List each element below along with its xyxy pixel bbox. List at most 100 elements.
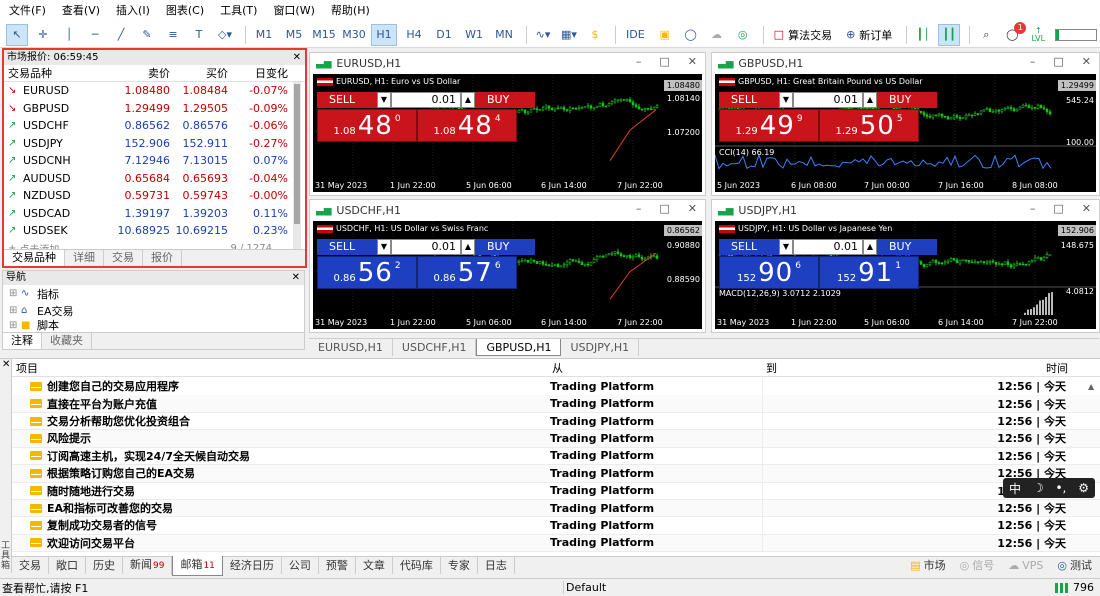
mail-row[interactable]: 创建您自己的交易应用程序 Trading Platform 12:56 | 今天 xyxy=(12,378,1100,396)
market-watch-row[interactable]: ↗ USDCAD 1.39197 1.39203 0.11% xyxy=(4,205,305,223)
shapes-icon[interactable]: ◇▾ xyxy=(214,24,236,46)
bars-icon[interactable]: ┃┃ xyxy=(938,23,961,46)
toolbox-tab[interactable]: 代码库 xyxy=(393,557,441,574)
status-profile[interactable]: Default xyxy=(563,581,863,594)
col-time[interactable]: 时间 xyxy=(952,360,1080,376)
mail-row[interactable]: 根据策略订购您自己的EA交易 Trading Platform 12:56 | 今天 xyxy=(12,465,1100,483)
market-watch-row[interactable]: ↗ USDSEK 10.68925 10.69215 0.23% xyxy=(4,222,305,240)
market-watch-row[interactable]: ↘ GBPUSD 1.29499 1.29505 -0.09% xyxy=(4,100,305,118)
toolbox-tab[interactable]: 交易 xyxy=(12,557,49,574)
minimize-icon[interactable]: – xyxy=(1030,55,1036,68)
mail-row[interactable]: 直接在平台为账户充值 Trading Platform 12:56 | 今天 xyxy=(12,395,1100,413)
menu-insert[interactable]: 插入(I) xyxy=(111,0,161,22)
chart-tab-usdchf[interactable]: USDCHF,H1 xyxy=(393,339,477,356)
timeframe-m15[interactable]: M15 xyxy=(311,24,337,46)
nav-item-scripts[interactable]: ⊞ ■ 脚本 xyxy=(3,319,304,331)
tab-favorites[interactable]: 收藏夹 xyxy=(42,333,92,349)
chart-canvas[interactable]: USDJPY, H1: US Dollar vs Japanese Yen SEL… xyxy=(715,221,1096,329)
level-icon[interactable]: ↑ LVL xyxy=(1027,24,1049,46)
close-icon[interactable]: ✕ xyxy=(688,202,697,215)
timeframe-m1[interactable]: M1 xyxy=(251,24,277,46)
nav-item-indicators[interactable]: ⊞ ∿ 指标 xyxy=(3,285,304,302)
new-order-button[interactable]: ⊕ 新订单 xyxy=(841,24,897,46)
lot-decrease-button[interactable]: ▼ xyxy=(779,92,793,108)
channel-icon[interactable]: ≡ xyxy=(162,24,184,46)
lot-decrease-button[interactable]: ▼ xyxy=(377,92,391,108)
market-watch-row[interactable]: ↗ USDCHF 0.86562 0.86576 -0.06% xyxy=(4,117,305,135)
buy-button[interactable]: BUY xyxy=(877,92,937,108)
template-icon[interactable]: ▦▾ xyxy=(558,24,580,46)
lot-size-input[interactable]: 0.01 xyxy=(793,92,863,108)
maximize-icon[interactable]: □ xyxy=(659,202,669,215)
language-toolbar[interactable]: 中 ☽ •, ⚙ xyxy=(1003,478,1095,498)
chart-title-bar[interactable]: ▃▅ GBPUSD,H1 – □ ✕ xyxy=(712,53,1099,73)
sell-price[interactable]: 152 90 6 xyxy=(719,256,819,289)
chart-window-usdjpy[interactable]: ▃▅ USDJPY,H1 – □ ✕ USDJPY, H1: US Dollar vs J… xyxy=(711,199,1100,333)
bulb-icon[interactable]: ◯ xyxy=(680,24,702,46)
nav-item-experts[interactable]: ⊞ ⌂ EA交易 xyxy=(3,302,304,319)
timeframe-h1[interactable]: H1 xyxy=(371,23,397,46)
moon-icon[interactable]: ☽ xyxy=(1033,481,1044,495)
buy-price[interactable]: 0.86 57 6 xyxy=(417,256,517,289)
sell-button[interactable]: SELL xyxy=(719,92,779,108)
lot-size-input[interactable]: 0.01 xyxy=(391,239,461,255)
expand-icon[interactable]: ⊞ xyxy=(9,320,21,331)
mail-row[interactable]: 欢迎访问交易平台 Trading Platform 12:56 | 今天 xyxy=(12,534,1100,553)
market-watch-row[interactable]: ↗ NZDUSD 0.59731 0.59743 -0.00% xyxy=(4,187,305,205)
horizontal-line-icon[interactable]: ─ xyxy=(84,24,106,46)
expand-icon[interactable]: ⊞ xyxy=(9,305,21,316)
toolbox-tab[interactable]: 经济日历 xyxy=(223,557,282,574)
toolbox-scrollbar[interactable]: ▲ xyxy=(1088,379,1098,569)
buy-price[interactable]: 1.08 48 4 xyxy=(417,109,517,142)
lot-size-input[interactable]: 0.01 xyxy=(793,239,863,255)
search-icon[interactable]: ⌕ xyxy=(975,24,997,46)
market-watch-scrollbar[interactable] xyxy=(293,82,301,262)
close-icon[interactable]: ✕ xyxy=(1082,202,1091,215)
menu-window[interactable]: 窗口(W) xyxy=(268,0,325,22)
dollar-icon[interactable]: $ xyxy=(584,24,606,46)
chart-window-usdchf[interactable]: ▃▅ USDCHF,H1 – □ ✕ USDCHF, H1: US Dollar vs S… xyxy=(309,199,706,333)
buy-price[interactable]: 152 91 1 xyxy=(819,256,919,289)
toolbox-tab[interactable]: 预警 xyxy=(319,557,356,574)
market-watch-row[interactable]: ↗ USDCNH 7.12946 7.13015 0.07% xyxy=(4,152,305,170)
lock-icon[interactable]: ▣ xyxy=(654,24,676,46)
sell-price[interactable]: 1.29 49 9 xyxy=(719,109,819,142)
cursor-icon[interactable]: ↖ xyxy=(6,23,28,46)
chart-tab-gbpusd[interactable]: GBPUSD,H1 xyxy=(476,339,562,356)
dots-icon[interactable]: •, xyxy=(1055,481,1066,495)
col-symbol[interactable]: 交易品种 xyxy=(4,65,116,81)
chart-window-eurusd[interactable]: ▃▅ EURUSD,H1 – □ ✕ EURUSD, H1: Euro vs US Dol… xyxy=(309,52,706,196)
language-label[interactable]: 中 xyxy=(1009,480,1021,497)
chart-canvas[interactable]: GBPUSD, H1: Great Britain Pound vs US Do… xyxy=(715,74,1096,192)
vps-link[interactable]: ☁ VPS xyxy=(1008,557,1043,573)
signal-icon[interactable]: ◎ xyxy=(732,24,754,46)
toolbox-tab[interactable]: 专家 xyxy=(441,557,478,574)
chart-tab-usdjpy[interactable]: USDJPY,H1 xyxy=(561,339,640,356)
mail-row[interactable]: 风险提示 Trading Platform 12:56 | 今天 xyxy=(12,430,1100,448)
col-ask[interactable]: 买价 xyxy=(174,65,232,81)
mail-row[interactable]: EA和指标可改善您的交易 Trading Platform 12:56 | 今天 xyxy=(12,499,1100,518)
col-from[interactable]: 从 xyxy=(548,360,762,376)
buy-price[interactable]: 1.29 50 5 xyxy=(819,109,919,142)
toolbox-tab[interactable]: 日志 xyxy=(478,557,515,574)
timeframe-d1[interactable]: D1 xyxy=(431,24,457,46)
algo-trading-button[interactable]: □ 算法交易 xyxy=(769,24,837,46)
timeframe-mn[interactable]: MN xyxy=(491,24,517,46)
menu-charts[interactable]: 图表(C) xyxy=(161,0,215,22)
mail-row[interactable]: 订阅高速主机，实现24/7全天候自动交易 Trading Platform 12:5… xyxy=(12,447,1100,466)
tab-common[interactable]: 注释 xyxy=(3,333,42,349)
market-watch-row[interactable]: ↘ EURUSD 1.08480 1.08484 -0.07% xyxy=(4,82,305,100)
signals-link[interactable]: ◎ 信号 xyxy=(960,557,995,573)
tester-link[interactable]: ◎ 测试 xyxy=(1057,557,1092,573)
menu-tools[interactable]: 工具(T) xyxy=(215,0,268,22)
toolbox-tab[interactable]: 公司 xyxy=(282,557,319,574)
status-connection[interactable]: 796 xyxy=(1055,581,1100,594)
buy-button[interactable]: BUY xyxy=(475,239,535,255)
toolbox-tab[interactable]: 文章 xyxy=(356,557,393,574)
tab-trading[interactable]: 交易 xyxy=(104,250,143,266)
lot-increase-button[interactable]: ▲ xyxy=(461,92,475,108)
timeframe-m5[interactable]: M5 xyxy=(281,24,307,46)
timeframe-m30[interactable]: M30 xyxy=(341,24,367,46)
col-bid[interactable]: 卖价 xyxy=(116,65,174,81)
trendline-icon[interactable]: ╱ xyxy=(110,24,132,46)
